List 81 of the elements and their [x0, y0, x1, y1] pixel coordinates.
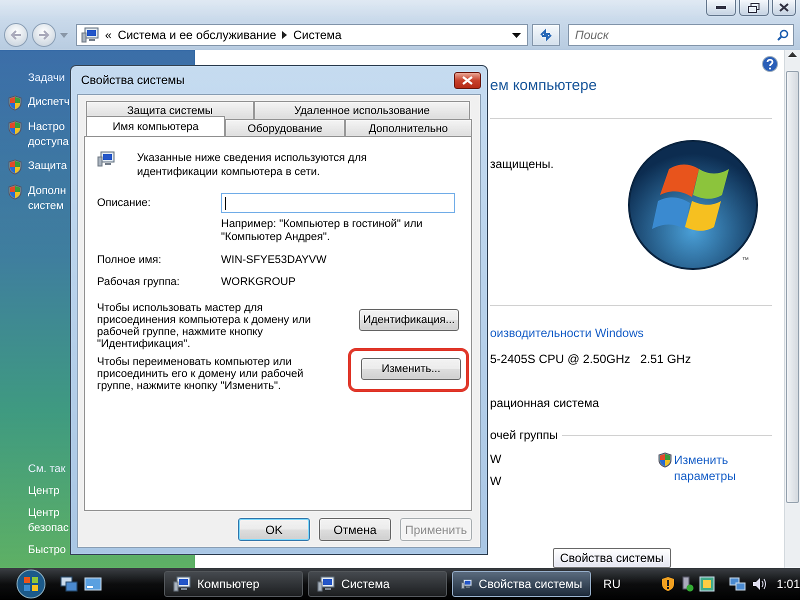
dropdown-icon[interactable] [512, 32, 521, 38]
language-indicator[interactable]: RU [603, 577, 621, 591]
minimize-icon [716, 6, 726, 10]
shield-icon [8, 184, 22, 200]
taskbar-button[interactable]: Свойства системы [452, 571, 592, 597]
help-icon[interactable] [762, 56, 778, 72]
minimize-button[interactable] [706, 0, 736, 16]
intro-text: Указанные ниже сведения используются для идентификации компьютера в сети. [137, 151, 368, 179]
computer-icon [97, 151, 115, 167]
field-label: Рабочая группа: [97, 276, 181, 288]
restore-button[interactable] [739, 0, 769, 16]
dialog-button[interactable]: Отмена [319, 518, 391, 541]
taskbar-button[interactable]: Система [308, 571, 448, 597]
tab[interactable]: Имя компьютера [86, 116, 226, 137]
pane-heading: См. так [28, 462, 66, 477]
change-settings-link[interactable]: Изменить параметры [674, 452, 754, 484]
value-text: W [490, 474, 502, 488]
shield-icon [8, 95, 22, 111]
processor-speed: 2.51 GHz [640, 352, 691, 366]
refresh-button[interactable] [532, 24, 560, 46]
field-label: Описание: [97, 197, 152, 209]
action-button[interactable]: Идентификация... [359, 309, 459, 331]
shield-icon [658, 452, 672, 468]
back-arrow-icon [10, 30, 22, 40]
breadcrumb[interactable]: Система [293, 28, 342, 42]
instruction-text: Чтобы переименовать компьютер или присоединить его к домену или рабочей группе, нажмите кнопку "Изменить". [97, 356, 304, 392]
scroll-up-icon[interactable] [788, 52, 797, 57]
chevron-icon[interactable] [282, 31, 288, 39]
computer-icon [81, 27, 99, 43]
clock[interactable]: 1:01 [776, 577, 800, 591]
task-link[interactable]: Диспетч [28, 95, 70, 110]
task-link[interactable]: Настро доступа [28, 120, 69, 150]
close-icon [779, 3, 789, 12]
hint-text: Например: "Компьютер в гостиной" или "Компьютер Андрея". [221, 218, 424, 244]
scrollbar[interactable] [784, 50, 800, 568]
forward-arrow-icon [38, 30, 50, 40]
tab[interactable]: Удаленное использование [254, 101, 470, 119]
taskbar-button[interactable]: Компьютер [164, 571, 304, 597]
search-field[interactable]: Поиск [573, 27, 777, 43]
status-text: защищены. [490, 157, 554, 173]
restore-icon [748, 2, 760, 12]
tab[interactable]: Оборудование [225, 119, 345, 137]
task-link[interactable]: Защита [28, 159, 67, 174]
shield-warning-icon[interactable] [660, 576, 675, 592]
desktop-icon[interactable] [84, 576, 102, 592]
close-icon [462, 76, 473, 84]
window-title: Свойства системы [81, 73, 185, 87]
action-button[interactable]: Изменить... [361, 358, 461, 380]
rating-link[interactable]: оизводительности Windows [490, 326, 772, 340]
instruction-text: Чтобы использовать мастер для присоединения компьютера к домену или рабочей группе, нажмите кнопку "Идентификация". [97, 302, 312, 350]
description-field[interactable] [221, 193, 455, 213]
computer-icon [173, 576, 192, 592]
close-button[interactable] [772, 0, 796, 16]
processor-text: 5-2405S CPU @ 2.50GHz [490, 352, 630, 366]
scroll-thumb[interactable] [786, 71, 799, 503]
field-label: Полное имя: [97, 254, 162, 266]
volume-icon[interactable] [750, 576, 767, 592]
system-type-text: рационная система [490, 396, 600, 410]
computer-icon [317, 576, 336, 592]
shield-icon [8, 159, 22, 175]
task-link[interactable]: Дополн систем [28, 184, 66, 214]
network-icon[interactable] [728, 576, 747, 592]
pane-heading: Задачи [28, 71, 65, 86]
breadcrumb[interactable]: Система и ее обслуживание [118, 28, 276, 42]
breadcrumb-overflow[interactable]: « [105, 28, 112, 42]
tooltip: Свойства системы [553, 548, 671, 568]
shield-icon [8, 120, 22, 136]
field-value: WORKGROUP [221, 276, 296, 288]
windows-stack-icon[interactable] [60, 576, 78, 592]
field-value: WIN-SFYE53DAYVW [221, 254, 327, 266]
search-box[interactable]: Поиск [568, 24, 794, 46]
section-heading: очей группы [490, 428, 558, 442]
search-icon[interactable] [777, 29, 789, 41]
start-button[interactable] [14, 569, 48, 599]
refresh-icon [538, 28, 554, 42]
value-text: W [490, 452, 502, 466]
page-heading: ем компьютере [490, 76, 598, 96]
address-bar[interactable]: « Система и ее обслуживание Система [76, 24, 528, 46]
close-button[interactable] [454, 72, 481, 88]
dialog-button[interactable]: OK [238, 518, 310, 541]
tab[interactable]: Дополнительно [344, 119, 472, 137]
